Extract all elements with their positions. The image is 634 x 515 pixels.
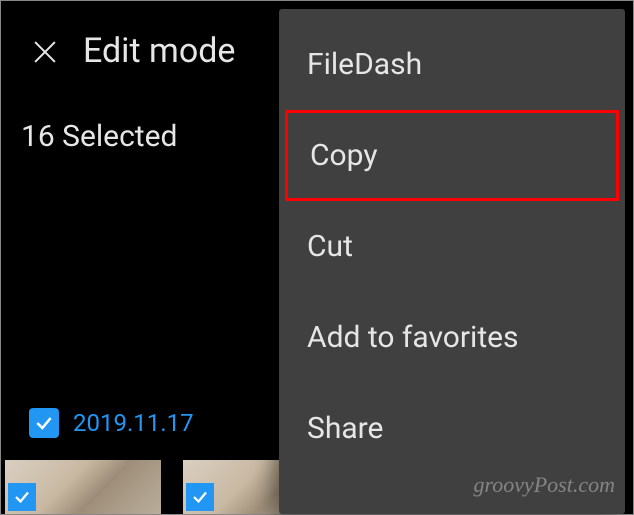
checkbox-checked-icon[interactable]: [29, 408, 59, 438]
thumbnail-check-icon[interactable]: [8, 483, 36, 511]
thumbnail-check-icon[interactable]: [186, 483, 214, 511]
checkmark-icon: [13, 488, 31, 506]
menu-item-cut[interactable]: Cut: [279, 201, 625, 292]
menu-item-copy[interactable]: Copy: [285, 110, 619, 201]
checkmark-icon: [34, 413, 54, 433]
menu-item-add-to-favorites[interactable]: Add to favorites: [279, 292, 625, 383]
menu-item-share[interactable]: Share: [279, 383, 625, 474]
date-label: 2019.11.17: [73, 409, 194, 437]
thumbnail[interactable]: [5, 460, 161, 514]
context-menu: FileDash Copy Cut Add to favorites Share: [279, 9, 625, 514]
menu-item-filedash[interactable]: FileDash: [279, 19, 625, 110]
close-icon[interactable]: [31, 37, 59, 65]
checkmark-icon: [191, 488, 209, 506]
page-title: Edit mode: [83, 31, 235, 71]
date-group-row[interactable]: 2019.11.17: [29, 408, 194, 438]
